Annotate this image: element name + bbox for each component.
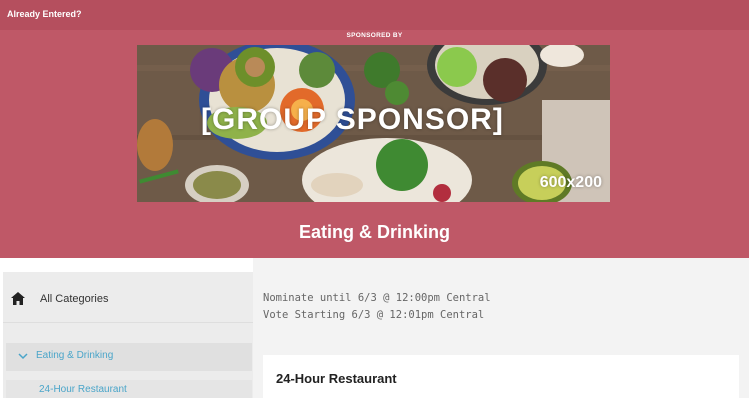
sidebar-divider xyxy=(3,322,253,323)
sidebar: All Categories Eating & Drinking 24-Hour… xyxy=(3,272,253,398)
sidebar-subitem-label: 24-Hour Restaurant xyxy=(39,384,127,395)
page-title: Eating & Drinking xyxy=(298,222,450,242)
sidebar-item-all-categories[interactable]: All Categories xyxy=(3,284,253,314)
category-card[interactable]: 24-Hour Restaurant xyxy=(263,355,739,398)
sidebar-item-label: Eating & Drinking xyxy=(36,350,114,361)
nominate-deadline: Nominate until 6/3 @ 12:00pm Central xyxy=(263,292,491,304)
sponsor-banner[interactable]: [GROUP SPONSOR] 600x200 xyxy=(137,45,610,202)
home-icon xyxy=(11,292,25,305)
sidebar-item-label: All Categories xyxy=(40,293,109,305)
banner-sponsor-text: [GROUP SPONSOR] xyxy=(201,103,504,136)
schedule-info: Nominate until 6/3 @ 12:00pm Central Vot… xyxy=(263,290,491,324)
sponsored-by-label: SPONSORED BY xyxy=(346,32,403,39)
already-entered-link[interactable]: Already Entered? xyxy=(7,9,82,19)
banner-size-label: 600x200 xyxy=(539,174,602,191)
header: Already Entered? SPONSORED BY [GROUP SPO… xyxy=(0,0,749,258)
page: Already Entered? SPONSORED BY [GROUP SPO… xyxy=(0,0,749,398)
top-bar: Already Entered? xyxy=(0,0,749,30)
vote-start: Vote Starting 6/3 @ 12:01pm Central xyxy=(263,309,485,321)
main-content: Nominate until 6/3 @ 12:00pm Central Vot… xyxy=(253,258,749,398)
card-title: 24-Hour Restaurant xyxy=(276,371,397,386)
sidebar-subitem-24-hour-restaurant[interactable]: 24-Hour Restaurant xyxy=(6,380,252,398)
chevron-down-icon xyxy=(18,353,28,360)
sidebar-item-eating-drinking[interactable]: Eating & Drinking xyxy=(6,343,252,371)
